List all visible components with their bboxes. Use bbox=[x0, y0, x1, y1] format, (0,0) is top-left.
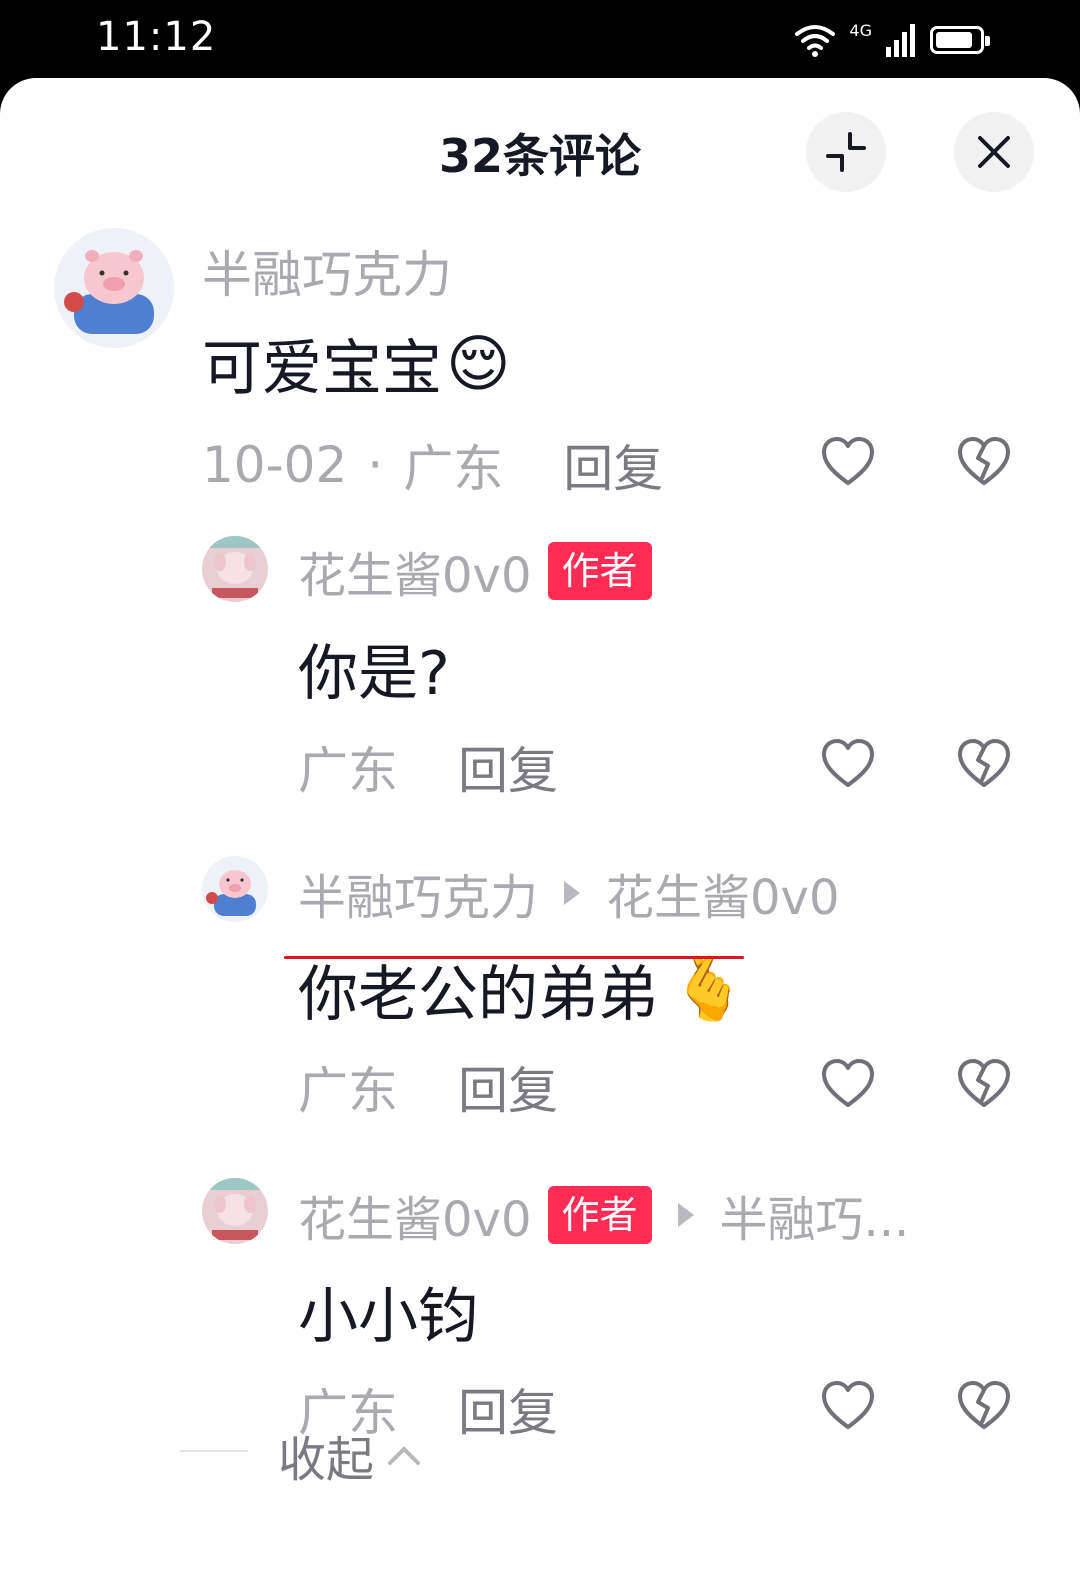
heart-outline-icon bbox=[822, 1381, 874, 1429]
reply-location: 广东 bbox=[298, 1062, 398, 1120]
reply-username-text[interactable]: 半融巧克力 bbox=[298, 858, 538, 928]
meta-separator: · bbox=[367, 436, 384, 494]
collapse-label: 收起 bbox=[278, 1432, 375, 1488]
reply-meta: 广东 回复 bbox=[298, 734, 558, 800]
wifi-icon bbox=[795, 25, 836, 57]
reply-username: 花生酱0v0 作者 bbox=[298, 540, 652, 604]
collapse-divider bbox=[180, 1450, 248, 1452]
chevron-up-icon bbox=[388, 1447, 421, 1465]
dislike-button[interactable] bbox=[954, 734, 1014, 794]
author-badge: 作者 bbox=[547, 1186, 652, 1244]
reply-button[interactable]: 回复 bbox=[458, 1373, 558, 1445]
reply-username-text[interactable]: 花生酱0v0 bbox=[298, 1180, 532, 1250]
reply-button[interactable]: 回复 bbox=[458, 731, 558, 803]
avatar[interactable] bbox=[202, 856, 268, 922]
avatar[interactable] bbox=[202, 536, 268, 602]
comment-text-content: 可爱宝宝 bbox=[202, 333, 442, 404]
close-icon bbox=[978, 136, 1010, 168]
collapse-button[interactable]: 收起 bbox=[278, 1420, 422, 1490]
reply-username-text[interactable]: 花生酱0v0 bbox=[298, 536, 532, 606]
reply-location: 广东 bbox=[298, 742, 398, 800]
comment-location: 广东 bbox=[403, 440, 504, 498]
reply-arrow-icon bbox=[564, 881, 581, 905]
heart-outline-icon bbox=[822, 437, 874, 485]
finger-heart-emoji: 🫰 bbox=[670, 952, 748, 1025]
broken-heart-icon bbox=[958, 437, 1010, 485]
comment-meta: 10-02 · 广东 回复 bbox=[202, 432, 663, 498]
red-underline bbox=[284, 956, 744, 959]
avatar[interactable] bbox=[202, 1178, 268, 1244]
reply-username: 半融巧克力 花生酱0v0 bbox=[298, 862, 840, 926]
status-time: 11:12 bbox=[96, 14, 217, 60]
avatar[interactable] bbox=[54, 228, 174, 348]
comment-date: 10-02 bbox=[202, 436, 348, 494]
author-badge: 作者 bbox=[547, 542, 652, 600]
reply-text: 小小钧 bbox=[298, 1281, 478, 1352]
shrink-button[interactable] bbox=[806, 112, 886, 192]
dislike-button[interactable] bbox=[954, 1376, 1014, 1436]
like-button[interactable] bbox=[818, 432, 878, 492]
reply-username: 花生酱0v0 作者 半融巧... bbox=[298, 1184, 909, 1248]
close-button[interactable] bbox=[954, 112, 1034, 192]
dislike-button[interactable] bbox=[954, 1054, 1014, 1114]
comment-count-title: 32条评论 bbox=[438, 129, 641, 183]
signal-icon bbox=[886, 24, 915, 57]
like-button[interactable] bbox=[818, 734, 878, 794]
like-button[interactable] bbox=[818, 1054, 878, 1114]
reply-button[interactable]: 回复 bbox=[458, 1051, 558, 1123]
shrink-icon bbox=[826, 132, 866, 172]
reply-text: 你是? bbox=[298, 638, 450, 709]
reply-meta: 广东 回复 bbox=[298, 1054, 558, 1120]
comment-username[interactable]: 半融巧克力 bbox=[202, 238, 452, 304]
comment-text: 可爱宝宝 😌 bbox=[202, 326, 511, 404]
relieved-face-emoji: 😌 bbox=[446, 326, 511, 400]
like-button[interactable] bbox=[818, 1376, 878, 1436]
reply-button[interactable]: 回复 bbox=[563, 429, 663, 501]
broken-heart-icon bbox=[958, 1059, 1010, 1107]
heart-outline-icon bbox=[822, 739, 874, 787]
reply-to-username[interactable]: 花生酱0v0 bbox=[606, 858, 840, 928]
reply-to-username[interactable]: 半融巧... bbox=[720, 1180, 910, 1250]
heart-outline-icon bbox=[822, 1059, 874, 1107]
battery-level bbox=[936, 32, 972, 48]
reply-text: 你老公的弟弟 🫰 bbox=[298, 952, 748, 1030]
dislike-button[interactable] bbox=[954, 432, 1014, 492]
battery-icon bbox=[930, 26, 990, 54]
status-bar: 11:12 4G bbox=[0, 0, 1080, 80]
status-icons: 4G bbox=[793, 18, 990, 62]
broken-heart-icon bbox=[958, 739, 1010, 787]
broken-heart-icon bbox=[958, 1381, 1010, 1429]
reply-arrow-icon bbox=[677, 1203, 694, 1227]
network-type: 4G bbox=[849, 20, 872, 40]
